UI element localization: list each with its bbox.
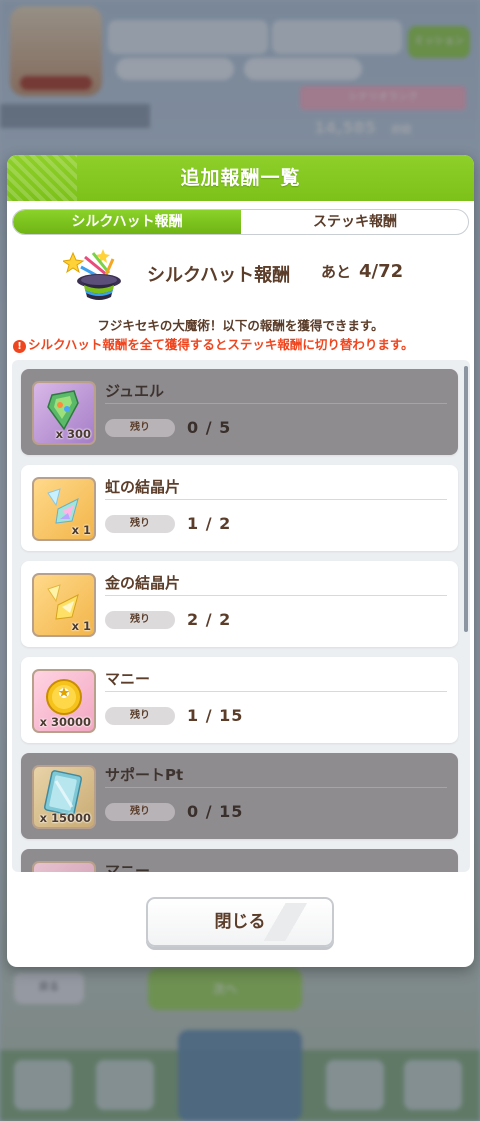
close-button[interactable]: 閉じる (146, 897, 334, 947)
jewel-icon: x 300 (32, 381, 96, 445)
tab-silk-hat-rewards[interactable]: シルクハット報酬 (13, 210, 241, 234)
item-name: マニー (105, 862, 151, 872)
money-coin-icon (32, 861, 96, 872)
item-count: 1 / 15 (187, 706, 244, 725)
reward-remaining-prefix: あと (321, 263, 352, 281)
item-divider (105, 595, 447, 596)
magic-hat-icon (63, 249, 121, 300)
reward-warning: ! シルクハット報酬を全て獲得するとステッキ報酬に切り替わります。 (13, 334, 474, 353)
list-scrollbar[interactable] (464, 366, 468, 632)
dialog-title: 追加報酬一覧 (180, 167, 301, 189)
reward-item-gold-crystal: x 1 金の結晶片 残り 2 / 2 (21, 561, 458, 647)
tab-stick-rewards[interactable]: ステッキ報酬 (241, 210, 468, 234)
reward-list[interactable]: x 300 ジュエル 残り 0 / 5 x 1 虹の結晶片 残り 1 / 2 x… (12, 360, 470, 872)
item-divider (105, 403, 447, 404)
reward-type-label: シルクハット報酬 (147, 265, 291, 286)
reward-item-money: x 30000 マニー 残り 1 / 15 (21, 657, 458, 743)
reward-item-jewel: x 300 ジュエル 残り 0 / 5 (21, 369, 458, 455)
reward-remaining-value: 4/72 (359, 261, 404, 282)
rainbow-crystal-icon: x 1 (32, 477, 96, 541)
reward-description: フジキセキの大魔術！以下の報酬を獲得できます。 (97, 318, 384, 333)
reward-item-support-pt: x 15000 サポートPt 残り 0 / 15 (21, 753, 458, 839)
item-divider (105, 499, 447, 500)
remaining-label: 残り (105, 419, 175, 437)
item-name: マニー (105, 670, 151, 688)
item-name: ジュエル (105, 382, 164, 400)
item-divider (105, 691, 447, 692)
item-name: 虹の結晶片 (105, 478, 181, 496)
support-pt-card-icon: x 15000 (32, 765, 96, 829)
reward-tabs: シルクハット報酬 ステッキ報酬 (12, 209, 469, 235)
item-count: 0 / 5 (187, 418, 232, 437)
additional-rewards-dialog: 追加報酬一覧 シルクハット報酬 ステッキ報酬 シルクハット報酬 あと 4/72 フ… (7, 155, 474, 967)
reward-item-money-2: マニー (21, 849, 458, 872)
money-coin-icon: x 30000 (32, 669, 96, 733)
remaining-label: 残り (105, 707, 175, 725)
remaining-label: 残り (105, 803, 175, 821)
item-quantity: x 30000 (39, 715, 91, 729)
reward-summary: シルクハット報酬 あと 4/72 (63, 247, 423, 303)
warning-icon: ! (13, 340, 26, 353)
item-count: 1 / 2 (187, 514, 232, 533)
item-count: 2 / 2 (187, 610, 232, 629)
item-name: サポートPt (105, 766, 184, 784)
reward-warning-text: シルクハット報酬を全て獲得するとステッキ報酬に切り替わります。 (28, 337, 414, 352)
item-name: 金の結晶片 (105, 574, 181, 592)
item-count: 0 / 15 (187, 802, 244, 821)
reward-remaining: あと 4/72 (321, 261, 403, 282)
reward-item-rainbow-crystal: x 1 虹の結晶片 残り 1 / 2 (21, 465, 458, 551)
dialog-header: 追加報酬一覧 (7, 155, 474, 201)
item-quantity: x 300 (55, 427, 91, 441)
item-divider (105, 787, 447, 788)
item-quantity: x 15000 (39, 811, 91, 825)
item-quantity: x 1 (71, 523, 91, 537)
close-button-label: 閉じる (214, 912, 266, 932)
item-quantity: x 1 (71, 619, 91, 633)
gold-crystal-icon: x 1 (32, 573, 96, 637)
remaining-label: 残り (105, 515, 175, 533)
remaining-label: 残り (105, 611, 175, 629)
